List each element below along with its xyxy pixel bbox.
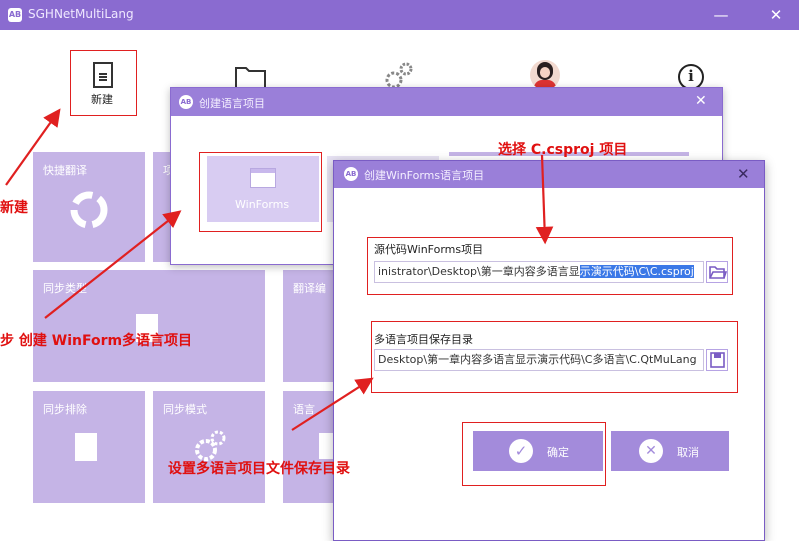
create-winforms-dialog-title: 创建WinForms语言项目: [364, 169, 485, 182]
tile-translate-edit-label: 翻译编: [293, 282, 326, 295]
create-project-dialog-title: 创建语言项目: [199, 97, 265, 110]
create-winforms-dialog-titlebar: AB 创建WinForms语言项目 ✕: [334, 161, 764, 188]
cancel-x-icon: ✕: [639, 439, 663, 463]
tile-sync-type-label: 同步类型: [43, 282, 87, 295]
annotation-box-winforms: [199, 152, 322, 232]
create-project-dialog-titlebar: AB 创建语言项目 ✕: [171, 88, 722, 116]
tile-sync-type[interactable]: 同步类型: [33, 270, 265, 382]
annotation-new: 新建: [0, 200, 28, 216]
document-settings-icon: [75, 433, 97, 461]
create-project-close-button[interactable]: ✕: [695, 93, 707, 109]
cancel-button[interactable]: ✕ 取消: [611, 431, 729, 471]
cancel-button-label: 取消: [677, 446, 699, 459]
tile-quick-translate-label: 快捷翻译: [43, 164, 87, 177]
language-icon: [319, 433, 333, 459]
app-logo-icon: AB: [8, 8, 22, 22]
tile-sync-mode[interactable]: 同步模式: [153, 391, 265, 503]
annotation-select-csproj: 选择 C.csproj 项目: [498, 142, 628, 158]
settings-gears-icon[interactable]: [383, 60, 415, 90]
window-title: SGHNetMultiLang: [28, 7, 134, 21]
annotation-box-save: [371, 321, 738, 393]
annotation-create-winform: 步 创建 WinForm多语言项目: [0, 333, 193, 349]
tile-sync-exclude[interactable]: 同步排除: [33, 391, 145, 503]
create-winforms-close-button[interactable]: ✕: [737, 165, 750, 183]
dialog-logo-icon: AB: [344, 167, 358, 181]
tile-quick-translate[interactable]: 快捷翻译: [33, 152, 145, 262]
avatar[interactable]: [530, 60, 560, 90]
annotation-set-save-dir: 设置多语言项目文件保存目录: [168, 461, 350, 477]
minimize-button[interactable]: —: [712, 6, 730, 24]
annotation-box-source: [367, 237, 733, 295]
tile-language[interactable]: 语言: [283, 391, 335, 503]
close-window-button[interactable]: ✕: [767, 6, 785, 24]
tile-sync-mode-label: 同步模式: [163, 403, 207, 416]
annotation-box-ok: [462, 422, 606, 486]
dialog-logo-icon: AB: [179, 95, 193, 109]
tile-language-label: 语言: [293, 403, 315, 416]
refresh-icon: [70, 191, 108, 229]
main-titlebar: AB SGHNetMultiLang — ✕: [0, 0, 799, 30]
tile-sync-exclude-label: 同步排除: [43, 403, 87, 416]
annotation-box-new: [70, 50, 137, 116]
tile-translate-edit[interactable]: 翻译编: [283, 270, 335, 382]
